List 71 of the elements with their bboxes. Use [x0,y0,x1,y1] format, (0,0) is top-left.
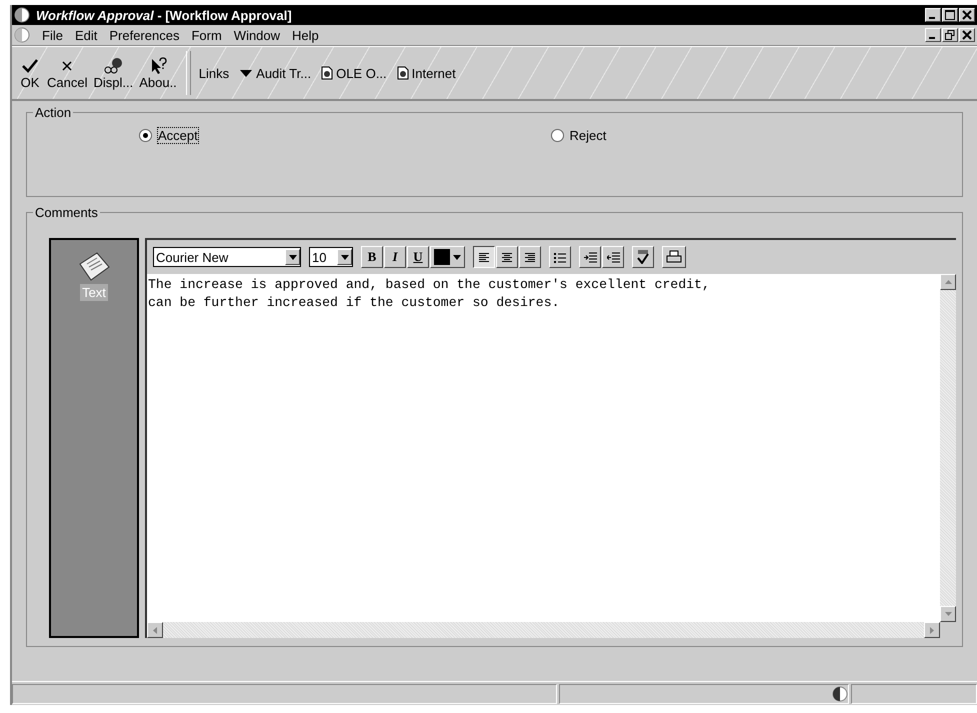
link-button[interactable]: Internet [396,66,456,80]
caret-icon [239,68,254,78]
font-dropdown[interactable]: Courier New [153,247,301,267]
menu-item[interactable]: Window [234,28,280,42]
printer-icon [666,250,682,264]
indent-icon [584,252,596,262]
minimize-button[interactable] [925,8,941,22]
group-title: Comments [34,205,99,220]
close-button[interactable] [959,8,975,22]
menu-item[interactable]: File [42,28,63,42]
scroll-down-icon [944,612,952,616]
close-button[interactable] [959,28,975,42]
align-right-button[interactable] [519,246,541,268]
display-button[interactable]: Displ... [90,54,136,92]
underline-button[interactable]: U [407,246,429,268]
document-icon [396,66,409,80]
scroll-right-icon [930,626,934,634]
align-left-icon [478,252,490,262]
document-icon [321,66,334,80]
maximize-button[interactable] [942,8,958,22]
menu-item[interactable]: Edit [74,28,98,42]
note-icon[interactable] [77,250,111,282]
minimize-icon [929,17,935,19]
window-title: Workflow Approval - [Workflow Approval] [36,8,293,22]
menu-item[interactable]: Preferences [109,28,180,42]
scroll-left-icon [153,626,157,634]
menu-item[interactable]: Help [292,28,319,42]
close-icon [962,10,972,20]
scroll-up-icon [944,280,952,284]
color-picker[interactable] [430,246,465,268]
align-left-button[interactable] [473,246,495,268]
cancel-button[interactable]: Cancel [44,54,90,92]
outdent-icon [606,252,620,262]
bold-button[interactable]: B [361,246,383,268]
outdent-button[interactable] [602,246,624,268]
align-right-icon [524,252,536,262]
restore-icon [945,30,955,40]
links-label: Links [198,66,230,80]
audit-trail-button[interactable]: Audit Tr... [239,66,312,80]
minimize-button[interactable] [925,28,941,42]
globe-icon [14,27,30,43]
print-button[interactable] [662,246,686,268]
radio-label[interactable]: Reject [570,128,606,143]
close-icon [962,30,972,40]
caret-icon [288,254,296,260]
globe-icon [14,7,30,23]
menu-item[interactable]: Form [191,28,222,42]
italic-button[interactable]: I [384,246,406,268]
link-button[interactable]: OLE O... [321,66,387,80]
color-swatch [434,249,450,265]
caret-icon [453,254,461,260]
align-center-button[interactable] [496,246,518,268]
ok-button[interactable]: OK [16,54,44,92]
radio-button[interactable] [139,129,152,142]
radio-button[interactable] [550,129,564,142]
align-center-icon [501,252,513,262]
spellcheck-button[interactable] [632,246,654,268]
group-title: Action [34,105,72,120]
size-dropdown[interactable]: 10 [309,247,353,267]
about-button[interactable]: Abou.. [136,54,180,92]
restore-button[interactable] [942,28,958,42]
glasses-icon [102,56,124,74]
maximize-icon [945,10,955,20]
indent-button[interactable] [579,246,601,268]
checkmark-icon [19,56,41,74]
checkmark-icon [636,250,650,264]
radio-label[interactable]: Accept [158,128,198,143]
bullet-list-icon [554,252,566,262]
minimize-icon [929,37,935,39]
caret-icon [340,254,348,260]
bullet-list-button[interactable] [549,246,571,268]
